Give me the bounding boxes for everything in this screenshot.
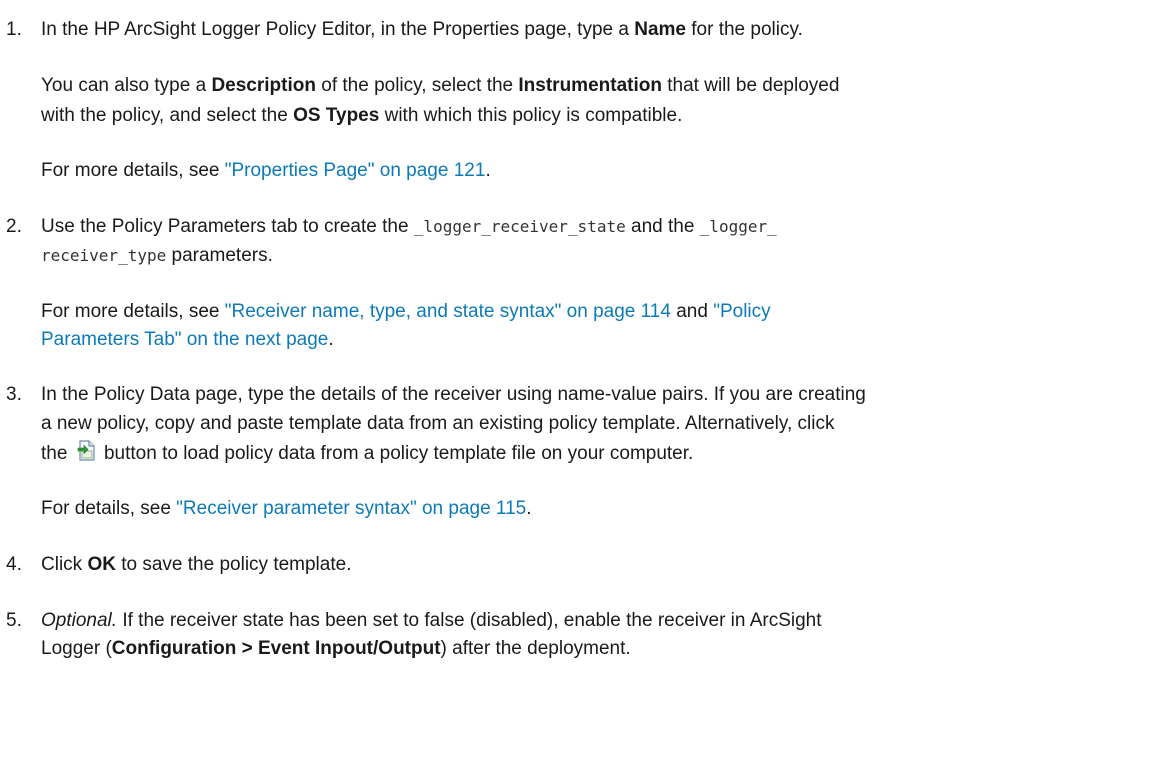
code-logger-receiver-type-part1: _logger_ [699, 217, 777, 236]
step-number: 2. [6, 216, 22, 237]
link-receiver-name-syntax[interactable]: "Receiver name, type, and state syntax" … [225, 301, 671, 322]
step-2-para-2-line-1: For more details, see "Receiver name, ty… [41, 301, 771, 322]
step-1-para-3: For more details, see "Properties Page" … [41, 160, 491, 181]
link-policy-parameters-tab-part1[interactable]: "Policy [713, 301, 770, 322]
document: 1. In the HP ArcSight Logger Policy Edit… [0, 0, 1162, 762]
step-1-para-2-line-2: with the policy, and select the OS Types… [41, 105, 683, 126]
code-logger-receiver-state: _logger_receiver_state [413, 217, 626, 236]
step-number: 1. [6, 19, 22, 40]
step-number: 5. [6, 610, 22, 631]
step-number: 3. [6, 384, 22, 405]
link-receiver-parameter-syntax[interactable]: "Receiver parameter syntax" on page 115 [176, 498, 526, 519]
link-policy-parameters-tab-part2[interactable]: Parameters Tab" on the next page [41, 329, 328, 350]
link-properties-page[interactable]: "Properties Page" on page 121 [225, 160, 486, 181]
step-3-line-2: a new policy, copy and paste template da… [41, 413, 835, 434]
step-3-para-2: For details, see "Receiver parameter syn… [41, 498, 532, 519]
step-3-line-3: the button to load policy data from a po… [41, 440, 693, 467]
step-2-line-2: receiver_type parameters. [41, 245, 273, 266]
load-file-icon [77, 440, 97, 462]
step-2-para-2-line-2: Parameters Tab" on the next page. [41, 329, 334, 350]
step-5-line-2: Logger (Configuration > Event Inpout/Out… [41, 638, 631, 659]
step-1-para-2-line-1: You can also type a Description of the p… [41, 75, 840, 96]
code-logger-receiver-type-part2: receiver_type [41, 246, 167, 265]
step-number: 4. [6, 554, 22, 575]
